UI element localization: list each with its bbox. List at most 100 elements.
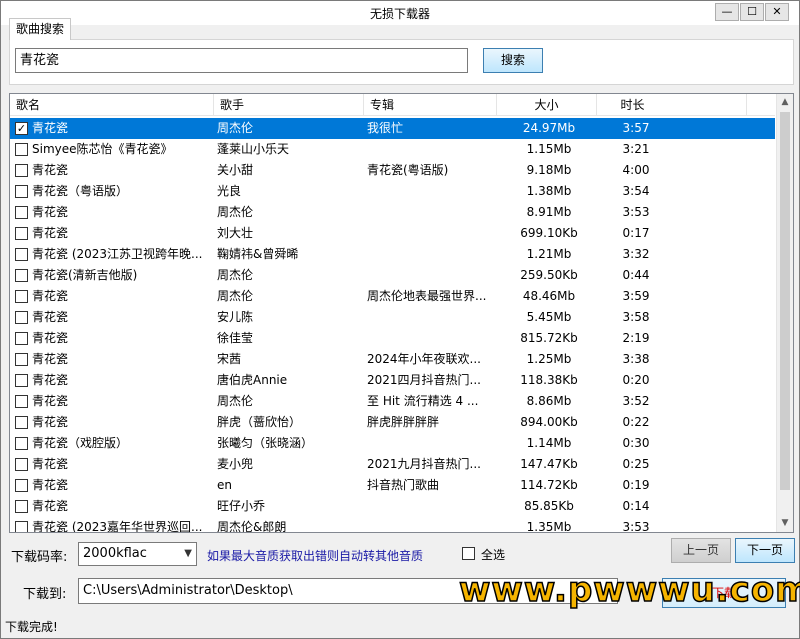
row-checkbox[interactable] — [15, 500, 28, 513]
table-row[interactable]: ✓ 青花瓷 周杰伦 我很忙 24.97Mb 3:57 — [10, 118, 775, 139]
row-checkbox[interactable] — [15, 395, 28, 408]
table-row[interactable]: 青花瓷 周杰伦 8.91Mb 3:53 — [10, 202, 775, 223]
table-row[interactable]: 青花瓷 (2023江苏卫视跨年晚... 鞠婧祎&曾舜晞 1.21Mb 3:32 — [10, 244, 775, 265]
search-button[interactable]: 搜索 — [483, 48, 543, 73]
row-checkbox[interactable] — [15, 206, 28, 219]
row-checkbox[interactable] — [15, 332, 28, 345]
row-checkbox[interactable] — [15, 353, 28, 366]
row-checkbox[interactable] — [15, 269, 28, 282]
row-checkbox[interactable] — [15, 416, 28, 429]
scroll-down-icon[interactable]: ▼ — [777, 515, 793, 532]
cell-title: 青花瓷 — [32, 352, 69, 366]
table-row[interactable]: 青花瓷 徐佳莹 815.72Kb 2:19 — [10, 328, 775, 349]
cell-artist: 旺仔小乔 — [217, 499, 266, 513]
table-row[interactable]: 青花瓷 (2023嘉年华世界巡回... 周杰伦&郎朗 1.35Mb 3:53 — [10, 517, 775, 532]
table-row[interactable]: 青花瓷 宋茜 2024年小年夜联欢... 1.25Mb 3:38 — [10, 349, 775, 370]
table-row[interactable]: 青花瓷 安儿陈 5.45Mb 3:58 — [10, 307, 775, 328]
cell-artist: 鞠婧祎&曾舜晞 — [217, 247, 299, 261]
cell-artist: 徐佳莹 — [217, 331, 254, 345]
prev-page-button[interactable]: 上一页 — [671, 538, 731, 563]
cell-album — [367, 496, 497, 517]
bitrate-select[interactable]: 2000kflac ▼ — [78, 542, 197, 566]
scroll-up-icon[interactable]: ▲ — [777, 94, 793, 111]
header-title[interactable]: 歌名 — [10, 94, 214, 116]
cell-artist: 周杰伦 — [217, 121, 254, 135]
scroll-thumb[interactable] — [780, 112, 790, 490]
cell-artist: 刘大壮 — [217, 226, 254, 240]
table-row[interactable]: 青花瓷 胖虎（蔷欣怡） 胖虎胖胖胖胖 894.00Kb 0:22 — [10, 412, 775, 433]
row-checkbox[interactable] — [15, 458, 28, 471]
row-checkbox[interactable] — [15, 479, 28, 492]
table-row[interactable]: 青花瓷 麦小兜 2021九月抖音热门... 147.47Kb 0:25 — [10, 454, 775, 475]
row-checkbox[interactable] — [15, 164, 28, 177]
download-path-label: 下载到: — [23, 587, 67, 602]
row-checkbox[interactable] — [15, 290, 28, 303]
song-rows: ✓ 青花瓷 周杰伦 我很忙 24.97Mb 3:57 Simyee陈芯怡《青花瓷》 蓬莱山小乐… — [10, 118, 775, 532]
row-checkbox[interactable] — [15, 437, 28, 450]
next-page-button[interactable]: 下一页 — [735, 538, 795, 563]
select-all-label[interactable]: 全选 — [481, 546, 505, 563]
cell-album: 至 Hit 流行精选 4 ... — [367, 394, 479, 408]
cell-album: 2024年小年夜联欢... — [367, 352, 481, 366]
cell-album — [367, 433, 497, 454]
maximize-button[interactable]: ☐ — [740, 3, 764, 21]
chevron-down-icon: ▼ — [184, 548, 192, 559]
row-checkbox[interactable] — [15, 374, 28, 387]
cell-size: 699.10Kb — [520, 226, 578, 240]
cell-album: 抖音热门歌曲 — [367, 478, 440, 492]
search-input[interactable]: 青花瓷 — [15, 48, 468, 73]
title-bar[interactable]: 无损下载器 — ☐ ✕ — [1, 1, 799, 25]
cell-title: Simyee陈芯怡《青花瓷》 — [32, 142, 173, 156]
cell-duration: 3:57 — [622, 121, 650, 135]
row-checkbox[interactable] — [15, 248, 28, 261]
cell-artist: 张曦匀（张晓涵） — [217, 436, 314, 450]
table-row[interactable]: 青花瓷 en 抖音热门歌曲 114.72Kb 0:19 — [10, 475, 775, 496]
table-row[interactable]: 青花瓷（粤语版） 光良 1.38Mb 3:54 — [10, 181, 775, 202]
header-artist[interactable]: 歌手 — [214, 94, 364, 116]
select-all-checkbox[interactable] — [462, 547, 475, 560]
row-checkbox[interactable] — [15, 311, 28, 324]
row-checkbox[interactable] — [15, 521, 28, 532]
header-duration[interactable]: 时长 — [597, 94, 747, 116]
row-checkbox[interactable] — [15, 143, 28, 156]
table-row[interactable]: 青花瓷 周杰伦 至 Hit 流行精选 4 ... 8.86Mb 3:52 — [10, 391, 775, 412]
song-list[interactable]: 歌名 歌手 专辑 大小 时长 ✓ 青花瓷 周杰伦 我很忙 24.97Mb 3:57 Simy… — [9, 93, 794, 533]
table-row[interactable]: 青花瓷 周杰伦 周杰伦地表最强世界... 48.46Mb 3:59 — [10, 286, 775, 307]
table-row[interactable]: 青花瓷 旺仔小乔 85.85Kb 0:14 — [10, 496, 775, 517]
table-row[interactable]: 青花瓷 关小甜 青花瓷(粤语版) 9.18Mb 4:00 — [10, 160, 775, 181]
cell-size: 147.47Kb — [520, 457, 578, 471]
tab-song-search[interactable]: 歌曲搜索 — [9, 18, 71, 40]
cell-size: 894.00Kb — [520, 415, 578, 429]
cell-artist: 宋茜 — [217, 352, 242, 366]
table-row[interactable]: 青花瓷 唐伯虎Annie 2021四月抖音热门... 118.38Kb 0:20 — [10, 370, 775, 391]
vertical-scrollbar[interactable]: ▲ ▼ — [776, 94, 793, 532]
close-button[interactable]: ✕ — [765, 3, 789, 21]
cell-album — [367, 265, 497, 286]
row-checkbox[interactable]: ✓ — [15, 122, 28, 135]
cell-album — [367, 139, 497, 160]
cell-album — [367, 202, 497, 223]
table-row[interactable]: 青花瓷（戏腔版） 张曦匀（张晓涵） 1.14Mb 0:30 — [10, 433, 775, 454]
cell-size: 9.18Mb — [526, 163, 572, 177]
table-row[interactable]: 青花瓷(清新吉他版) 周杰伦 259.50Kb 0:44 — [10, 265, 775, 286]
header-album[interactable]: 专辑 — [364, 94, 497, 116]
cell-duration: 3:54 — [622, 184, 650, 198]
cell-size: 1.25Mb — [526, 352, 572, 366]
cell-duration: 3:59 — [622, 289, 650, 303]
cell-artist: 周杰伦 — [217, 205, 254, 219]
cell-artist: 周杰伦 — [217, 289, 254, 303]
cell-duration: 3:58 — [622, 310, 650, 324]
minimize-button[interactable]: — — [715, 3, 739, 21]
table-row[interactable]: 青花瓷 刘大壮 699.10Kb 0:17 — [10, 223, 775, 244]
cell-title: 青花瓷 — [32, 205, 69, 219]
cell-title: 青花瓷 — [32, 310, 69, 324]
row-checkbox[interactable] — [15, 227, 28, 240]
cell-album — [367, 244, 497, 265]
header-size[interactable]: 大小 — [497, 94, 597, 116]
cell-album: 我很忙 — [367, 121, 404, 135]
cell-artist: 唐伯虎Annie — [217, 373, 288, 387]
table-row[interactable]: Simyee陈芯怡《青花瓷》 蓬莱山小乐天 1.15Mb 3:21 — [10, 139, 775, 160]
cell-title: 青花瓷 — [32, 289, 69, 303]
cell-title: 青花瓷 — [32, 226, 69, 240]
row-checkbox[interactable] — [15, 185, 28, 198]
